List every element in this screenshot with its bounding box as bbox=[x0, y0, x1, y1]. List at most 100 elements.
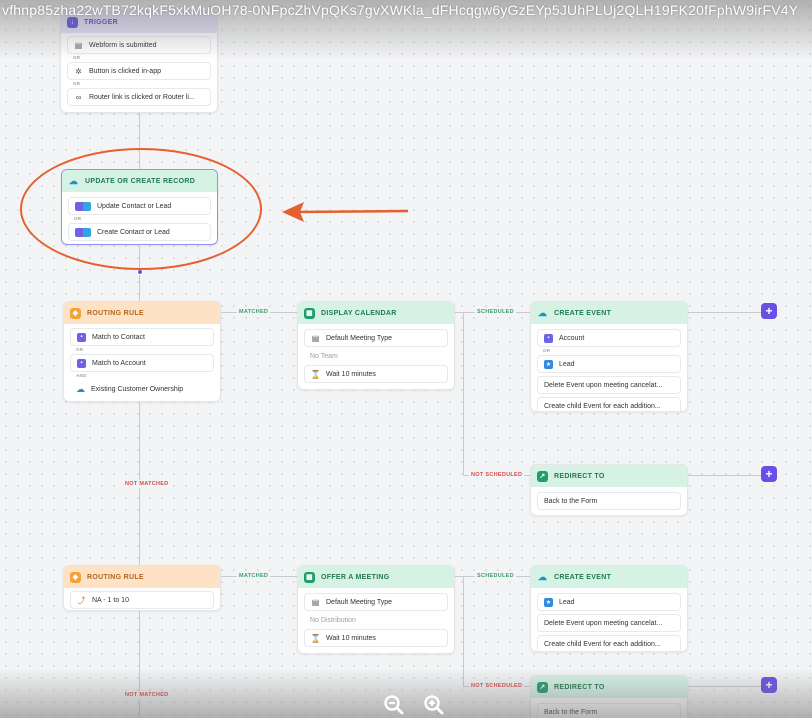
calendar-icon: ▦ bbox=[304, 571, 315, 583]
redirect-card[interactable]: ↗ REDIRECT TO Back to the Form bbox=[530, 464, 688, 516]
or-separator: OR bbox=[543, 348, 551, 353]
event-option[interactable]: Create child Event for each addition... bbox=[537, 635, 681, 651]
bottom-gradient bbox=[0, 668, 812, 718]
redirect-title: REDIRECT TO bbox=[554, 683, 605, 691]
connector bbox=[687, 475, 761, 476]
offer-meeting-card[interactable]: ▦ OFFER A MEETING ▤ Default Meeting Type… bbox=[297, 565, 455, 654]
connector bbox=[463, 576, 464, 686]
routing-icon: ◆ bbox=[70, 571, 81, 583]
routing-condition[interactable]: ▪ Match to Contact bbox=[70, 328, 214, 346]
routing-rule-header: ◆ ROUTING RULE bbox=[64, 302, 220, 324]
connector bbox=[139, 610, 140, 718]
team-item: No Team bbox=[304, 347, 448, 365]
matched-label: MATCHED bbox=[237, 572, 271, 580]
calendar-icon: ▤ bbox=[311, 333, 320, 343]
workflow-canvas[interactable]: MATCHED SCHEDULED NOT SCHEDULED NOT MATC… bbox=[0, 0, 812, 718]
redirect-header: ↗ REDIRECT TO bbox=[531, 465, 687, 487]
routing-condition[interactable]: ▪ Match to Account bbox=[70, 354, 214, 372]
event-item[interactable]: ★ Lead bbox=[537, 355, 681, 373]
trigger-title: TRIGGER bbox=[84, 18, 118, 26]
trigger-card[interactable]: ↓ TRIGGER ▤ Webform is submitted OR ✲ Bu… bbox=[60, 10, 218, 113]
salesforce-cloud-icon: ☁ bbox=[537, 307, 548, 318]
trigger-item[interactable]: ▤ Webform is submitted bbox=[67, 36, 211, 54]
routing-icon: ◆ bbox=[70, 307, 81, 319]
redirect-target[interactable]: Back to the Form bbox=[537, 492, 681, 510]
connector bbox=[687, 686, 761, 687]
webform-icon: ▤ bbox=[74, 40, 83, 50]
annotation-arrow bbox=[282, 202, 409, 222]
redirect-icon: ↗ bbox=[537, 681, 548, 693]
not-matched-label: NOT MATCHED bbox=[123, 480, 171, 488]
meeting-type-item[interactable]: ▤ Default Meeting Type bbox=[304, 593, 448, 611]
trigger-item[interactable]: ∞ Router link is clicked or Router li... bbox=[67, 88, 211, 106]
redirect-title: REDIRECT TO bbox=[554, 472, 605, 480]
trigger-icon: ↓ bbox=[67, 16, 78, 28]
redirect-target[interactable]: Back to the Form bbox=[537, 703, 681, 718]
add-step-button[interactable]: + bbox=[761, 677, 777, 693]
account-icon: ▪ bbox=[77, 358, 86, 368]
trigger-item[interactable]: ✲ Button is clicked in-app bbox=[67, 62, 211, 80]
redirect-header: ↗ REDIRECT TO bbox=[531, 676, 687, 698]
meeting-type-item[interactable]: ▤ Default Meeting Type bbox=[304, 329, 448, 347]
event-option[interactable]: Delete Event upon meeting cancelat... bbox=[537, 376, 681, 394]
create-event-header: ☁ CREATE EVENT bbox=[531, 566, 687, 588]
calendar-icon: ▤ bbox=[311, 597, 320, 607]
event-option[interactable]: Delete Event upon meeting cancelat... bbox=[537, 614, 681, 632]
event-item[interactable]: ▪ Account bbox=[537, 329, 681, 347]
or-separator: OR bbox=[73, 55, 81, 60]
routing-rule-title: ROUTING RULE bbox=[87, 573, 144, 581]
wait-item[interactable]: ⌛ Wait 10 minutes bbox=[304, 629, 448, 647]
or-separator: OR bbox=[76, 347, 84, 352]
and-separator: AND bbox=[76, 373, 87, 378]
lead-icon: ★ bbox=[544, 597, 553, 607]
calendar-icon: ▦ bbox=[304, 307, 315, 319]
or-separator: OR bbox=[73, 81, 81, 86]
redirect-icon: ↗ bbox=[537, 470, 548, 482]
display-calendar-header: ▦ DISPLAY CALENDAR bbox=[298, 302, 454, 324]
event-option[interactable]: Create child Event for each addition... bbox=[537, 397, 681, 411]
matched-label: MATCHED bbox=[237, 308, 271, 316]
routing-rule-card[interactable]: ◆ ROUTING RULE ▪ Match to Contact OR ▪ M… bbox=[63, 301, 221, 402]
create-event-title: CREATE EVENT bbox=[554, 309, 612, 317]
distribution-item: No Distribution bbox=[304, 611, 448, 629]
highlight-ellipse bbox=[20, 148, 262, 270]
wait-item[interactable]: ⌛ Wait 10 minutes bbox=[304, 365, 448, 383]
create-event-title: CREATE EVENT bbox=[554, 573, 612, 581]
salesforce-cloud-icon: ☁ bbox=[76, 383, 85, 394]
scheduled-label: SCHEDULED bbox=[475, 308, 516, 316]
add-step-button[interactable]: + bbox=[761, 303, 777, 319]
zoom-out-icon[interactable] bbox=[383, 694, 405, 716]
hourglass-icon: ⌛ bbox=[310, 633, 321, 643]
url-overlay-text: vfhnp85zha22wTB72kqkF5xkMuOH78-0NFpcZhVp… bbox=[2, 2, 799, 18]
connector bbox=[687, 312, 761, 313]
link-icon: ∞ bbox=[75, 92, 82, 102]
routing-rule-title: ROUTING RULE bbox=[87, 309, 144, 317]
redirect-card[interactable]: ↗ REDIRECT TO Back to the Form bbox=[530, 675, 688, 718]
routing-rule-card[interactable]: ◆ ROUTING RULE ⤴ NA - 1 to 10 bbox=[63, 565, 221, 611]
hourglass-icon: ⌛ bbox=[310, 369, 321, 379]
routing-condition[interactable]: ⤴ NA - 1 to 10 bbox=[70, 591, 214, 609]
routing-rule-header: ◆ ROUTING RULE bbox=[64, 566, 220, 588]
not-scheduled-label: NOT SCHEDULED bbox=[469, 682, 525, 690]
zoom-in-icon[interactable] bbox=[423, 694, 445, 716]
not-matched-label: NOT MATCHED bbox=[123, 691, 171, 699]
offer-meeting-header: ▦ OFFER A MEETING bbox=[298, 566, 454, 588]
create-event-card[interactable]: ☁ CREATE EVENT ▪ Account OR ★ Lead Delet… bbox=[530, 301, 688, 412]
routing-condition[interactable]: ☁ Existing Customer Ownership bbox=[70, 380, 214, 398]
not-scheduled-label: NOT SCHEDULED bbox=[469, 471, 525, 479]
display-calendar-card[interactable]: ▦ DISPLAY CALENDAR ▤ Default Meeting Typ… bbox=[297, 301, 455, 390]
display-calendar-title: DISPLAY CALENDAR bbox=[321, 309, 397, 317]
add-step-button[interactable]: + bbox=[761, 466, 777, 482]
account-icon: ▪ bbox=[544, 333, 553, 343]
scheduled-label: SCHEDULED bbox=[475, 572, 516, 580]
connector bbox=[463, 312, 464, 475]
contact-icon: ▪ bbox=[77, 332, 86, 342]
create-event-header: ☁ CREATE EVENT bbox=[531, 302, 687, 324]
routing-arrow-icon: ⤴ bbox=[77, 595, 86, 605]
offer-meeting-title: OFFER A MEETING bbox=[321, 573, 390, 581]
salesforce-cloud-icon: ☁ bbox=[537, 571, 548, 582]
event-item[interactable]: ★ Lead bbox=[537, 593, 681, 611]
cursor-click-icon: ✲ bbox=[75, 66, 82, 76]
create-event-card[interactable]: ☁ CREATE EVENT ★ Lead Delete Event upon … bbox=[530, 565, 688, 652]
lead-icon: ★ bbox=[544, 359, 553, 369]
